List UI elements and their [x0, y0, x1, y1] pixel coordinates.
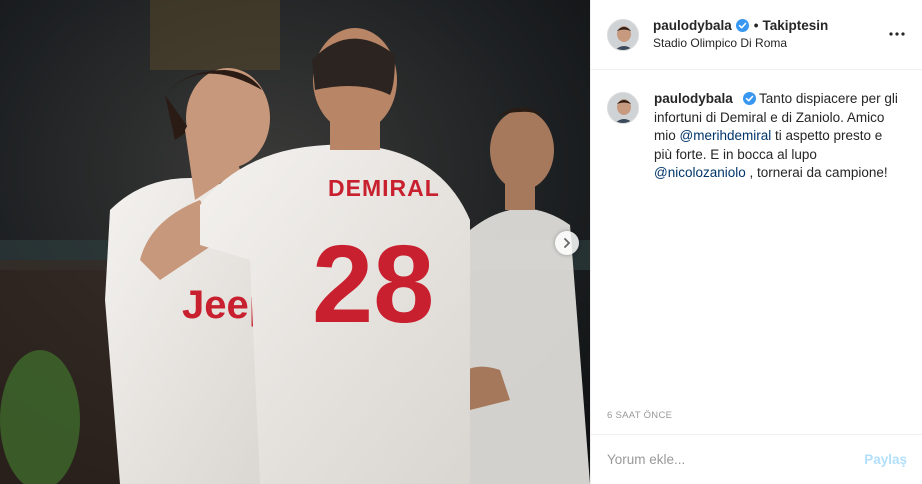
- more-options-icon[interactable]: [885, 22, 909, 46]
- location-link[interactable]: Stadio Olimpico Di Roma: [653, 35, 828, 52]
- post-header: paulodybala • Takiptesin Stadio Olimpico…: [591, 0, 922, 70]
- separator-dot: •: [753, 18, 759, 33]
- follow-status-button[interactable]: Takiptesin: [763, 17, 829, 34]
- chevron-right-icon: [564, 238, 571, 248]
- post-sidebar: paulodybala • Takiptesin Stadio Olimpico…: [590, 0, 922, 484]
- jersey-number-text: 28: [312, 223, 434, 346]
- photo-image: Jeep DEMIRAL 28: [0, 0, 590, 484]
- post-timestamp[interactable]: 6 SAAT ÖNCE: [607, 410, 672, 421]
- caption-avatar[interactable]: [607, 92, 639, 124]
- comment-input[interactable]: [607, 452, 865, 467]
- verified-badge-icon: [742, 92, 756, 105]
- comment-form: Paylaş: [591, 434, 922, 484]
- post-caption: paulodybala Tanto dispiacere per gli inf…: [607, 90, 907, 183]
- caption-text-part: , tornerai da campione!: [745, 165, 888, 180]
- mention-link[interactable]: @nicolozaniolo: [654, 165, 746, 180]
- avatar-image: [608, 93, 638, 123]
- mention-link[interactable]: @merihdemiral: [680, 128, 772, 143]
- avatar-image: [608, 19, 638, 50]
- caption-text: paulodybala Tanto dispiacere per gli inf…: [654, 90, 899, 183]
- share-comment-button[interactable]: Paylaş: [864, 452, 907, 467]
- username-link[interactable]: paulodybala: [653, 17, 732, 34]
- caption-username-link[interactable]: paulodybala: [654, 91, 733, 106]
- jersey-name-text: DEMIRAL: [328, 175, 440, 201]
- verified-badge-icon: [735, 19, 749, 32]
- post-photo[interactable]: Jeep DEMIRAL 28: [0, 0, 590, 484]
- avatar[interactable]: [607, 18, 639, 51]
- carousel-next-button[interactable]: [555, 231, 579, 255]
